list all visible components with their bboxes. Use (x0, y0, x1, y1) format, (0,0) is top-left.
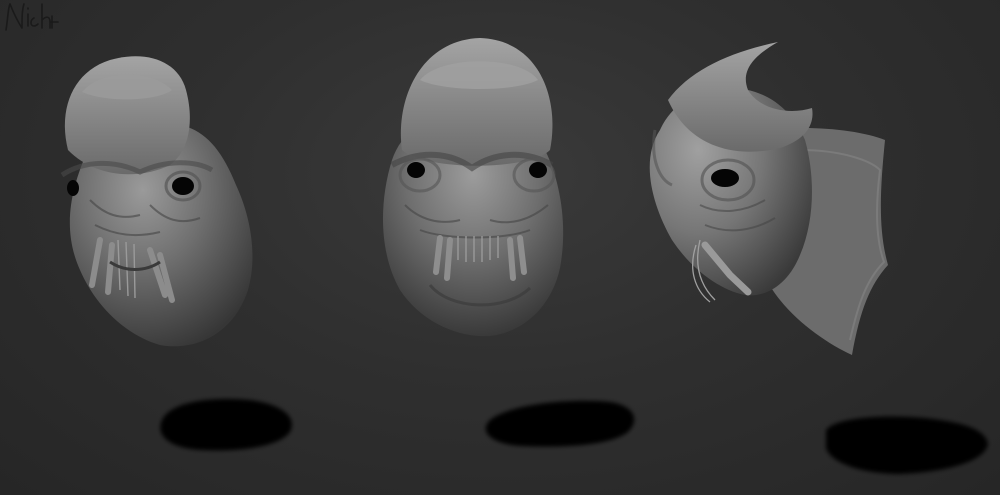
eye-right (529, 162, 547, 178)
eye-right (172, 177, 194, 195)
shadow-2 (485, 400, 635, 447)
eye-left (67, 180, 79, 196)
shadow-1 (160, 398, 292, 451)
floor-shadows (160, 398, 988, 474)
sculpt-render (60, 38, 988, 474)
head-side-right (649, 42, 888, 355)
shadow-3 (826, 416, 988, 474)
render-viewport (0, 0, 1000, 495)
eye-left (407, 162, 425, 178)
head-three-quarter-left (60, 56, 253, 347)
eye-side (711, 169, 739, 187)
artist-signature (5, 3, 59, 31)
head-front (382, 38, 564, 337)
